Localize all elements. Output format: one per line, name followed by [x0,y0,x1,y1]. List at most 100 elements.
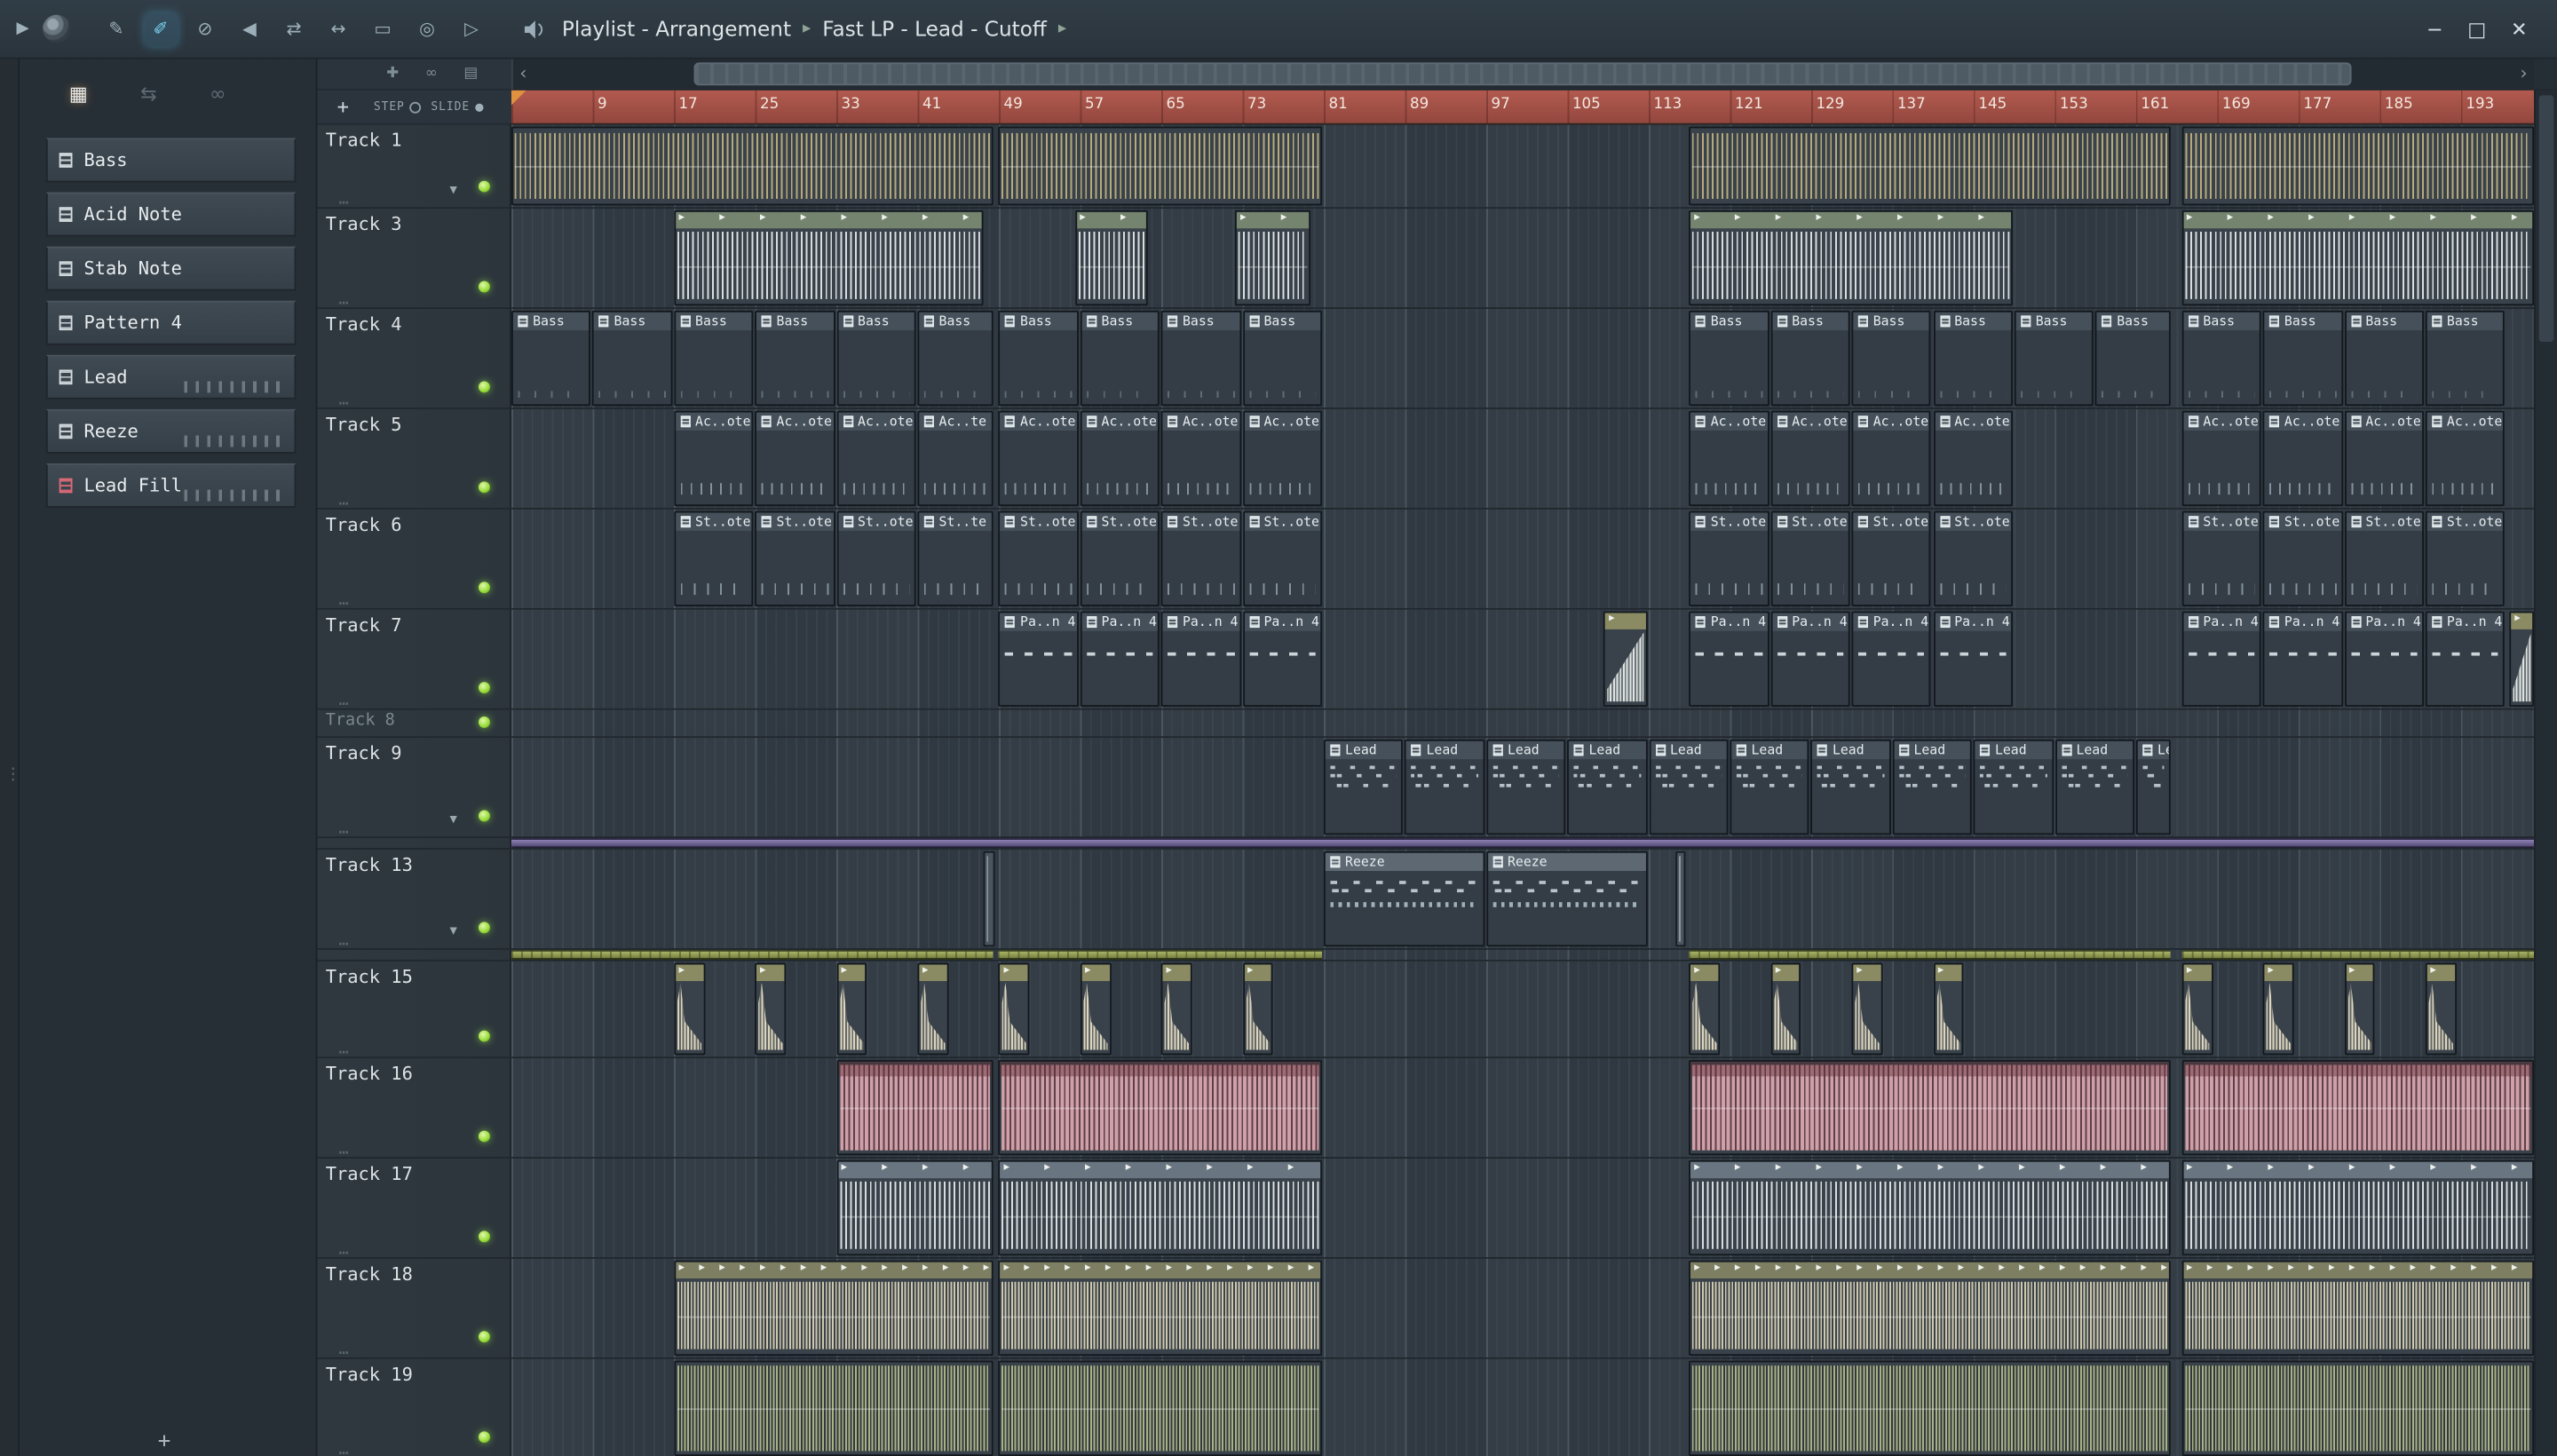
collapsed-track-band[interactable] [1689,949,2171,960]
pattern-clip[interactable]: St..te [917,510,994,607]
audio-clip[interactable] [511,126,994,206]
minimize-button[interactable]: − [2426,17,2443,40]
track-name-label[interactable]: Track 5 [326,414,402,435]
pattern-clip[interactable]: Reeze [1485,851,1648,947]
stretch-tool[interactable]: ↔ [321,12,354,45]
pattern-clip[interactable]: Pa..n 4 [998,611,1079,707]
drum-hit-clip[interactable]: ▸ [1933,962,1964,1056]
track-mute-led[interactable] [478,716,490,728]
pattern-clip[interactable]: Lead [1648,739,1729,835]
pattern-list-item[interactable]: Stab Note [45,246,297,291]
audio-clip[interactable] [835,1059,994,1156]
pattern-clip[interactable]: Bass [2181,310,2261,407]
pattern-clip[interactable]: Bass [1080,310,1160,407]
sliced-audio-clip[interactable]: ▸ ▸ ▸ ▸ ▸ ▸ ▸ ▸ ▸ ▸ ▸ ▸ ▸ ▸ ▸ ▸ [998,1260,1323,1357]
track-name-label[interactable]: Track 9 [326,743,402,764]
track-header[interactable]: Track 19… [317,1358,512,1456]
playback-tool[interactable]: ▷ [455,12,487,45]
track-header[interactable]: Track 7… [317,609,512,710]
pattern-clip[interactable]: Bass [835,310,916,407]
sliced-audio-clip[interactable]: ▸ ▸ ▸ ▸ ▸ ▸ ▸ ▸ [673,210,984,306]
draw-tool[interactable]: ✎ [99,12,132,45]
track-resize-grip[interactable]: … [339,191,351,209]
drum-hit-clip[interactable]: ▸ [2425,962,2457,1056]
pattern-clip[interactable]: St..ote [835,510,916,607]
track-header[interactable]: Track 15… [317,961,512,1058]
track-lane[interactable]: Pa..n 4 Pa..n 4 Pa..n 4 Pa..n 4 Pa..n 4 Pa..n… [511,609,2535,708]
sliced-audio-clip[interactable]: ▸ ▸ ▸ ▸ ▸ ▸ ▸ ▸ [1689,210,2013,306]
pattern-clip[interactable]: St..ote [1933,510,2013,607]
sliced-audio-clip[interactable]: ▸ ▸ [1235,210,1311,306]
track-resize-grip[interactable]: … [339,591,351,609]
track-header[interactable]: Track 4… [317,308,512,409]
track-lane[interactable]: ▸ ▸ ▸ ▸ ▸ ▸ ▸ ▸ ▸ ▸ ▸ ▸ ▸ ▸ ▸ ▸ [511,961,2535,1057]
title-arrangement[interactable]: Playlist - Arrangement [562,17,791,42]
track-header[interactable]: Track 18… [317,1258,512,1359]
pattern-clip[interactable]: Bass [592,310,673,407]
pattern-clip[interactable]: St..ote [2181,510,2261,607]
pattern-clip[interactable]: Ac..ote [2181,410,2261,507]
pattern-list-item[interactable]: Pattern 4 [45,300,297,345]
pattern-clip[interactable]: Pa..n 4 [1933,611,2013,707]
pattern-clip[interactable]: St..ote [1160,510,1241,607]
group-chevron-icon[interactable]: ▾ [449,182,456,199]
pattern-clip[interactable]: Pa..n 4 [2262,611,2343,707]
track-name-label[interactable]: Track 13 [326,855,413,876]
track-name-label[interactable]: Track 7 [326,614,402,636]
drum-hit-clip[interactable]: ▸ [2181,962,2213,1056]
track-name-label[interactable]: Track 4 [326,314,402,336]
drum-hit-clip[interactable]: ▸ [2262,962,2294,1056]
close-button[interactable]: ✕ [2511,17,2528,40]
drum-hit-clip[interactable]: ▸ [755,962,787,1056]
track-name-label[interactable]: Track 16 [326,1064,413,1085]
pattern-clip[interactable]: Lead [1973,739,2054,835]
link-icon[interactable]: ∞ [425,66,438,83]
select-tool[interactable]: ▭ [366,12,399,45]
sliced-audio-clip[interactable]: ▸ ▸ ▸ ▸ ▸ ▸ ▸ ▸ ▸ [2181,1159,2535,1256]
pattern-clip[interactable]: St..ote [2262,510,2343,607]
track-lane[interactable]: Reeze Reeze [511,849,2535,949]
sliced-audio-clip[interactable]: ▸ ▸ ▸ ▸ [835,1159,994,1256]
track-name-label[interactable]: Track 19 [326,1364,413,1385]
track-header[interactable]: Track 1 … ▾ [317,124,512,209]
track-lane[interactable]: St..ote St..ote St..ote St..ote St..ote St..o… [511,509,2535,608]
track-resize-grip[interactable]: … [339,291,351,309]
pattern-clip[interactable]: Pa..n 4 [1160,611,1241,707]
track-resize-grip[interactable]: … [339,1241,351,1259]
audio-clip[interactable] [2181,1059,2535,1156]
pattern-clip[interactable]: St..ote [2425,510,2506,607]
track-mute-led[interactable] [478,1331,490,1343]
delete-tool[interactable]: ⊘ [188,12,221,45]
title-selection[interactable]: Fast LP - Lead - Cutoff [822,17,1047,42]
group-chevron-icon[interactable]: ▾ [449,811,456,828]
step-toggle[interactable]: STEP [374,100,422,114]
track-name-label[interactable]: Track 3 [326,214,402,235]
sliced-audio-clip[interactable]: ▸ ▸ ▸ ▸ ▸ ▸ ▸ ▸ [998,1159,1323,1256]
track-name-label[interactable]: Track 1 [326,130,402,151]
track-resize-grip[interactable]: … [339,1041,351,1058]
pattern-clip[interactable]: Ac..ote [755,410,835,507]
maximize-button[interactable]: □ [2467,17,2486,40]
track-header[interactable]: Track 6… [317,509,512,610]
drum-hit-clip[interactable]: ▸ [998,962,1030,1056]
track-mute-led[interactable] [478,1431,490,1444]
pattern-clip[interactable]: Lead [2054,739,2134,835]
group-chevron-icon[interactable]: ▾ [449,923,456,940]
track-header[interactable]: Track 16… [317,1058,512,1159]
track-header[interactable]: Track 17… [317,1158,512,1259]
pattern-clip[interactable]: Pa..n 4 [1689,611,1769,707]
sliced-audio-clip[interactable]: ▸ ▸ ▸ ▸ ▸ ▸ ▸ ▸ ▸ ▸ ▸ ▸ ▸ ▸ ▸ ▸ ▸ ▸ ▸ ▸ ▸ ▸ ▸ ▸ [1689,1260,2171,1357]
pattern-clip[interactable]: St..ote [1689,510,1769,607]
drum-hit-clip[interactable]: ▸ [673,962,705,1056]
horizontal-scrollbar[interactable]: ‹ › [511,59,2535,91]
pattern-clip[interactable]: Pa..n 4 [1242,611,1323,707]
drum-hit-clip[interactable]: ▸ [835,962,867,1056]
pattern-clip[interactable]: Ac..ote [835,410,916,507]
drum-hit-clip[interactable]: ▸ [1851,962,1883,1056]
slide-toggle[interactable]: SLIDE [431,100,483,114]
track-lane[interactable]: ▸ ▸ ▸ ▸ ▸ ▸ ▸ ▸ ▸ ▸ ▸ ▸ ▸ ▸ ▸ ▸ ▸ ▸ ▸ ▸ ▸ ▸ ▸ ▸ ▸ ▸ ▸ ▸ ▸ ▸ ▸ ▸ ▸ [511,1158,2535,1258]
sliced-audio-clip[interactable]: ▸ ▸ ▸ ▸ ▸ ▸ ▸ ▸ ▸ ▸ ▸ ▸ ▸ ▸ ▸ ▸ ▸ [2181,1260,2535,1357]
track-lane[interactable] [511,124,2535,208]
pattern-clip[interactable]: Bass [1851,310,1932,407]
pattern-clip[interactable]: St..ote [998,510,1079,607]
